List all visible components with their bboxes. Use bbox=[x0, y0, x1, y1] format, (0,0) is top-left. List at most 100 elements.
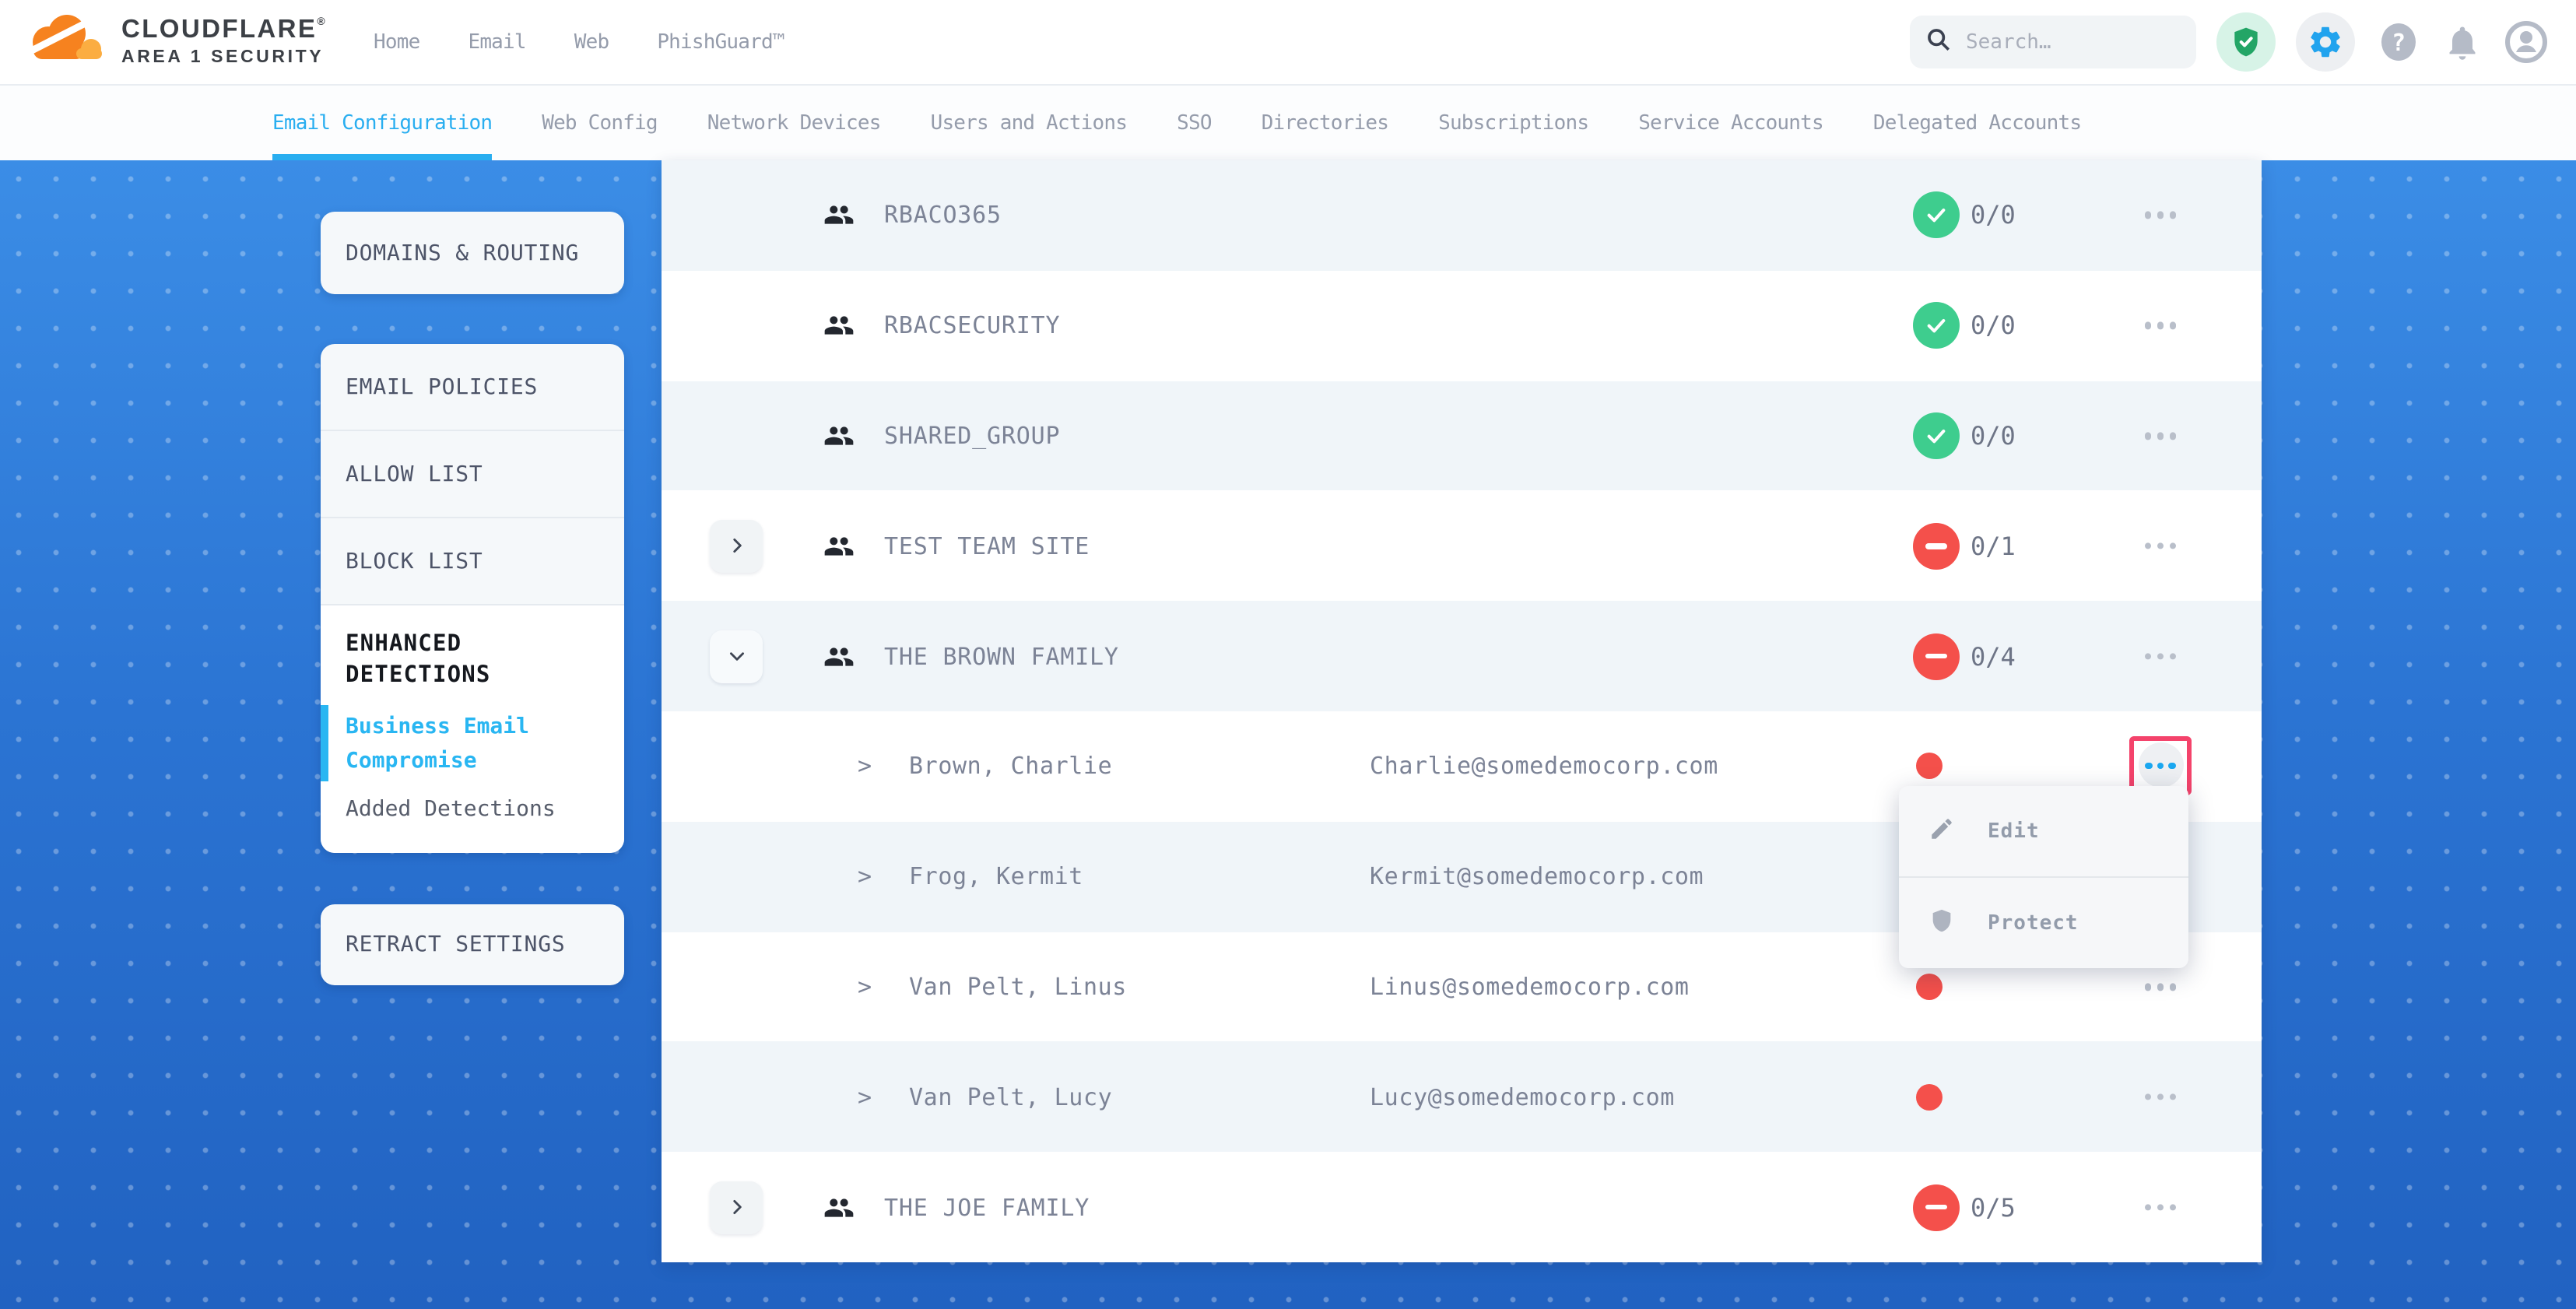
protection-count: 0/0 bbox=[1971, 311, 2016, 340]
sidebar-item-enhanced-detections[interactable]: ENHANCED DETECTIONS bbox=[321, 630, 624, 691]
dot bbox=[2170, 322, 2177, 329]
sidebar-item-retract-settings[interactable]: RETRACT SETTINGS bbox=[321, 932, 591, 957]
tab-sso[interactable]: SSO bbox=[1177, 86, 1212, 160]
expand-chevron-right-icon[interactable] bbox=[710, 1181, 763, 1234]
collapse-chevron-down-icon[interactable] bbox=[710, 630, 763, 683]
brand-logo[interactable]: CLOUDFLARE® AREA 1 SECURITY bbox=[22, 9, 327, 75]
row-actions-menu-button[interactable] bbox=[2132, 432, 2188, 439]
sidebar-item-allow-list[interactable]: ALLOW LIST bbox=[321, 431, 624, 518]
sidebar-item-domains-routing[interactable]: DOMAINS & ROUTING bbox=[321, 240, 604, 265]
tab-network-devices[interactable]: Network Devices bbox=[707, 86, 881, 160]
nav-item-web[interactable]: Web bbox=[574, 30, 609, 54]
status-check-badge bbox=[1913, 192, 1960, 239]
member-caret: > bbox=[858, 1083, 872, 1111]
member-email: Kermit@somedemocorp.com bbox=[1370, 862, 1704, 890]
dot bbox=[2170, 542, 2177, 549]
group-name: RBACSECURITY bbox=[884, 311, 1060, 339]
account-icon[interactable] bbox=[2503, 19, 2550, 65]
search-input[interactable] bbox=[1963, 29, 2171, 55]
sidebar-item-email-policies[interactable]: EMAIL POLICIES bbox=[321, 344, 624, 431]
app: CLOUDFLARE® AREA 1 SECURITY Home Email Web… bbox=[0, 0, 2576, 1309]
header-right: ? bbox=[1910, 12, 2550, 72]
dot bbox=[2170, 432, 2177, 439]
member-name: Van Pelt, Lucy bbox=[909, 1083, 1112, 1111]
tab-web-config[interactable]: Web Config bbox=[542, 86, 658, 160]
member-caret: > bbox=[858, 862, 872, 890]
row-actions-menu-button[interactable] bbox=[2132, 212, 2188, 219]
status-minus-badge bbox=[1913, 1184, 1960, 1230]
dot bbox=[2170, 983, 2177, 990]
group-people-icon bbox=[823, 310, 855, 341]
row-actions-menu-button[interactable] bbox=[2132, 1093, 2188, 1100]
row-actions-menu-button[interactable] bbox=[2138, 743, 2183, 788]
dot bbox=[2170, 1093, 2177, 1100]
sidebar-item-added-detections[interactable]: Added Detections bbox=[321, 798, 624, 823]
shield-check-icon[interactable] bbox=[2216, 12, 2276, 72]
table-row-member: > Van Pelt, Lucy Lucy@somedemocorp.com bbox=[662, 1042, 2262, 1153]
status-minus-badge bbox=[1913, 633, 1960, 679]
pencil-icon bbox=[1928, 815, 1955, 848]
sidebar-item-block-list[interactable]: BLOCK LIST bbox=[321, 518, 624, 605]
group-people-icon bbox=[823, 531, 855, 562]
notifications-bell-icon[interactable] bbox=[2442, 22, 2483, 62]
tab-service-accounts[interactable]: Service Accounts bbox=[1638, 86, 1823, 160]
dot bbox=[2170, 653, 2177, 660]
dot bbox=[2157, 432, 2164, 439]
group-name: RBACO365 bbox=[884, 202, 1002, 230]
group-people-icon bbox=[823, 200, 855, 231]
sidebar-item-business-email-compromise[interactable]: Business Email Compromise bbox=[321, 710, 624, 777]
row-actions-menu-button[interactable] bbox=[2132, 322, 2188, 329]
settings-gear-icon[interactable] bbox=[2296, 12, 2355, 72]
group-name: TEST TEAM SITE bbox=[884, 532, 1090, 560]
table-row-group: THE JOE FAMILY 0/5 bbox=[662, 1152, 2262, 1262]
main-area: DOMAINS & ROUTING EMAIL POLICIES ALLOW L… bbox=[0, 160, 2576, 1309]
table-row-group: RBACO3650/0 bbox=[662, 160, 2262, 271]
tab-subscriptions[interactable]: Subscriptions bbox=[1438, 86, 1588, 160]
tab-delegated-accounts[interactable]: Delegated Accounts bbox=[1873, 86, 2081, 160]
tab-directories[interactable]: Directories bbox=[1262, 86, 1388, 160]
protection-count: 0/0 bbox=[1971, 421, 2016, 451]
nav-item-home[interactable]: Home bbox=[374, 30, 419, 54]
table-row-group: THE BROWN FAMILY0/4 bbox=[662, 601, 2262, 711]
member-name: Brown, Charlie bbox=[909, 753, 1112, 781]
search-box[interactable] bbox=[1910, 16, 2196, 68]
shield-icon bbox=[1928, 907, 1955, 939]
group-name: THE BROWN FAMILY bbox=[884, 642, 1119, 670]
dot bbox=[2144, 212, 2151, 219]
protection-count: 0/1 bbox=[1971, 532, 2016, 561]
help-icon[interactable]: ? bbox=[2375, 19, 2422, 65]
row-actions-menu-button[interactable] bbox=[2132, 983, 2188, 990]
expand-chevron-right-icon[interactable] bbox=[710, 520, 763, 573]
status-check-badge bbox=[1913, 302, 1960, 349]
group-name: THE JOE FAMILY bbox=[884, 1193, 1090, 1221]
row-actions-menu-button[interactable] bbox=[2132, 542, 2188, 549]
dot bbox=[2144, 983, 2151, 990]
context-menu-protect[interactable]: Protect bbox=[1899, 876, 2188, 968]
status-check-badge bbox=[1913, 412, 1960, 459]
dot bbox=[2144, 653, 2151, 660]
nav-item-email[interactable]: Email bbox=[468, 30, 525, 54]
member-caret: > bbox=[858, 973, 872, 1001]
search-icon bbox=[1925, 26, 1952, 58]
top-nav: Home Email Web PhishGuard™ bbox=[374, 30, 784, 54]
member-caret: > bbox=[858, 753, 872, 781]
dot bbox=[2157, 1093, 2164, 1100]
protection-count: 0/5 bbox=[1971, 1192, 2016, 1222]
tab-email-configuration[interactable]: Email Configuration bbox=[272, 86, 492, 160]
nav-item-phishguard[interactable]: PhishGuard™ bbox=[657, 30, 784, 54]
sidebar-section-enhanced-detections: ENHANCED DETECTIONS Business Email Compr… bbox=[321, 605, 624, 853]
row-actions-menu-button[interactable] bbox=[2132, 1204, 2188, 1211]
member-email: Lucy@somedemocorp.com bbox=[1370, 1083, 1675, 1111]
context-menu-edit[interactable]: Edit bbox=[1899, 786, 2188, 876]
section-tabs: Email Configuration Web Config Network Dev… bbox=[0, 86, 2576, 160]
table-row-group: RBACSECURITY 0/0 bbox=[662, 271, 2262, 381]
dot bbox=[2144, 432, 2151, 439]
status-dot bbox=[1916, 1084, 1943, 1111]
dot bbox=[2144, 1204, 2151, 1211]
group-name: SHARED_GROUP bbox=[884, 422, 1060, 450]
tab-users-and-actions[interactable]: Users and Actions bbox=[931, 86, 1128, 160]
member-email: Charlie@somedemocorp.com bbox=[1370, 753, 1718, 781]
row-actions-menu-button[interactable] bbox=[2132, 653, 2188, 660]
dot bbox=[2144, 1093, 2151, 1100]
registered-mark: ® bbox=[317, 18, 327, 29]
